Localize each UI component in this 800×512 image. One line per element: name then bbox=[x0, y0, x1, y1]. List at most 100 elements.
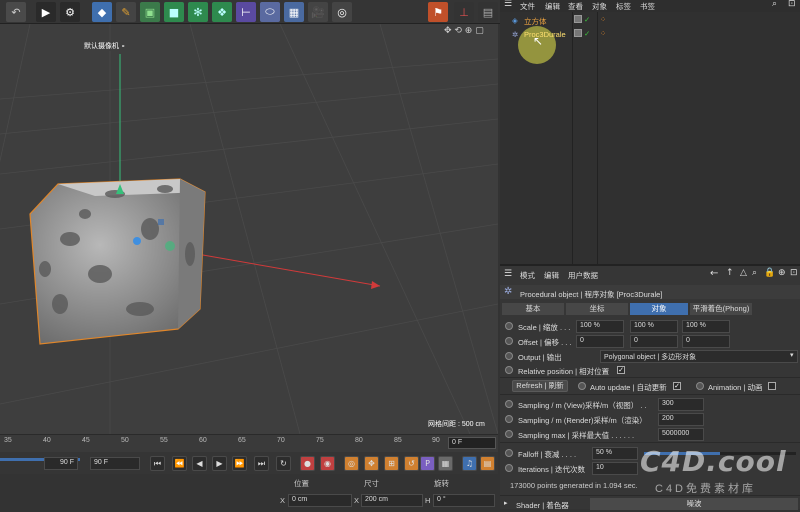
collapse-arrow-icon[interactable]: ▸ bbox=[504, 499, 508, 507]
subdivision-icon[interactable]: ▣ bbox=[140, 2, 160, 22]
timeline-ruler[interactable]: 35 40 45 50 55 60 65 70 75 80 85 90 bbox=[0, 434, 498, 452]
bucket-icon[interactable]: ⚑ bbox=[428, 2, 448, 22]
offset-z-field[interactable]: 0 bbox=[682, 335, 730, 348]
menu-edit[interactable]: 编辑 bbox=[544, 270, 559, 281]
animate-radio[interactable] bbox=[505, 415, 513, 423]
tag-icon[interactable]: ⁘ bbox=[600, 29, 606, 38]
motion-clip-icon[interactable]: ▤ bbox=[480, 456, 495, 471]
menu-object[interactable]: 对象 bbox=[592, 1, 607, 12]
scale-x-field[interactable]: 100 % bbox=[576, 320, 624, 333]
output-select[interactable]: Polygonal object | 多边形对象 bbox=[600, 350, 798, 363]
end-frame-right-field[interactable]: 90 F bbox=[90, 457, 140, 470]
pen-spline-icon[interactable]: ✎ bbox=[116, 2, 136, 22]
tab-phong[interactable]: 平滑着色(Phong) bbox=[690, 303, 752, 315]
end-frame-left-field[interactable]: 90 F bbox=[44, 457, 78, 470]
tab-basic[interactable]: 基本 bbox=[502, 303, 564, 315]
expand-icon[interactable]: ⊡ bbox=[790, 268, 798, 278]
enabled-check-icon[interactable]: ✓ bbox=[584, 15, 590, 24]
up-arrow-icon[interactable]: ↑ bbox=[726, 268, 734, 278]
undo-icon[interactable]: ↶ bbox=[6, 2, 26, 22]
menu-edit[interactable]: 编辑 bbox=[545, 1, 560, 12]
menu-bookmarks[interactable]: 书签 bbox=[640, 1, 655, 12]
object-row-selected[interactable]: ✲ Proc3Durale ✓ ⁘ bbox=[500, 29, 800, 43]
offset-y-field[interactable]: 0 bbox=[630, 335, 678, 348]
menu-file[interactable]: 文件 bbox=[520, 1, 535, 12]
loop-icon[interactable]: ↻ bbox=[276, 456, 291, 471]
floor-icon[interactable]: ▦ bbox=[284, 2, 304, 22]
auto-update-checkbox[interactable]: ✓ bbox=[673, 382, 681, 390]
menu-tags[interactable]: 标签 bbox=[616, 1, 631, 12]
scale-z-field[interactable]: 100 % bbox=[682, 320, 730, 333]
bend-icon[interactable]: ⬭ bbox=[260, 2, 280, 22]
goto-end-icon[interactable]: ⏭ bbox=[254, 456, 269, 471]
new-panel-icon[interactable]: ⊕ bbox=[778, 268, 786, 278]
keyframe-icon[interactable]: ◎ bbox=[344, 456, 359, 471]
3d-viewport[interactable]: ✥ ⟲ ⊕ ▢ bbox=[0, 24, 498, 434]
search-icon[interactable]: ⌕ bbox=[772, 0, 777, 9]
animate-radio[interactable] bbox=[505, 322, 513, 330]
menu-user-data[interactable]: 用户数据 bbox=[568, 270, 598, 281]
scale-key-icon[interactable]: ⊞ bbox=[384, 456, 399, 471]
object-name[interactable]: Proc3Durale bbox=[524, 30, 566, 39]
pla-key-icon[interactable]: ▦ bbox=[438, 456, 453, 471]
play-reverse-icon[interactable]: ◀ bbox=[192, 456, 207, 471]
animate-radio[interactable] bbox=[578, 382, 586, 390]
render-region-icon[interactable]: ▶ bbox=[36, 2, 56, 22]
tab-coord[interactable]: 坐标 bbox=[566, 303, 628, 315]
step-forward-icon[interactable]: ⏩ bbox=[232, 456, 247, 471]
size-x-field[interactable]: 200 cm bbox=[361, 494, 423, 507]
viewport-nav-icons[interactable]: ✥ ⟲ ⊕ ▢ bbox=[444, 26, 484, 36]
sound-icon[interactable]: ♫ bbox=[462, 456, 477, 471]
animate-radio[interactable] bbox=[505, 464, 513, 472]
animate-radio[interactable] bbox=[505, 449, 513, 457]
offset-x-field[interactable]: 0 bbox=[576, 335, 624, 348]
search-icon[interactable]: ⌕ bbox=[752, 268, 757, 278]
hamburger-icon[interactable]: ☰ bbox=[504, 269, 512, 279]
move-key-icon[interactable]: ✥ bbox=[364, 456, 379, 471]
animate-radio[interactable] bbox=[505, 430, 513, 438]
lock-icon[interactable]: 🔒 bbox=[764, 268, 775, 278]
animate-radio[interactable] bbox=[505, 352, 513, 360]
back-arrow-icon[interactable]: ← bbox=[710, 268, 718, 279]
enabled-check-icon[interactable]: ✓ bbox=[584, 29, 590, 38]
hamburger-icon[interactable]: ☰ bbox=[504, 0, 512, 9]
play-icon[interactable]: ▶ bbox=[212, 456, 227, 471]
workplane-icon[interactable]: ▤ bbox=[478, 2, 498, 22]
shader-button[interactable]: 噪波 bbox=[590, 498, 798, 510]
lock-up-icon[interactable]: △ bbox=[740, 268, 747, 278]
light-icon[interactable]: ◎ bbox=[332, 2, 352, 22]
tab-object[interactable]: 对象 bbox=[630, 303, 688, 315]
axis-icon[interactable]: ⊥ bbox=[454, 2, 474, 22]
sampling-render-field[interactable]: 200 bbox=[658, 413, 704, 426]
filter-icon[interactable]: ⊡ bbox=[788, 0, 796, 9]
step-back-icon[interactable]: ⏪ bbox=[172, 456, 187, 471]
rotate-key-icon[interactable]: ↺ bbox=[404, 456, 419, 471]
param-key-icon[interactable]: P bbox=[420, 456, 435, 471]
autokey-icon[interactable]: ◉ bbox=[320, 456, 335, 471]
scale-y-field[interactable]: 100 % bbox=[630, 320, 678, 333]
cloner-icon[interactable]: ❖ bbox=[212, 2, 232, 22]
layer-icon[interactable] bbox=[574, 15, 582, 23]
animation-checkbox[interactable] bbox=[768, 382, 776, 390]
node-icon[interactable]: ✻ bbox=[188, 2, 208, 22]
iterations-field[interactable]: 10 bbox=[592, 462, 638, 475]
layer-icon[interactable] bbox=[574, 29, 582, 37]
relative-position-checkbox[interactable]: ✓ bbox=[617, 366, 625, 374]
goto-start-icon[interactable]: ⏮ bbox=[150, 456, 165, 471]
menu-mode[interactable]: 模式 bbox=[520, 270, 535, 281]
sampling-view-field[interactable]: 300 bbox=[658, 398, 704, 411]
falloff-field[interactable]: 50 % bbox=[592, 447, 638, 460]
position-x-field[interactable]: 0 cm bbox=[288, 494, 352, 507]
camera-icon[interactable]: 🎥 bbox=[308, 2, 328, 22]
sampling-max-field[interactable]: 5000000 bbox=[658, 428, 704, 441]
refresh-button[interactable]: Refresh | 刷新 bbox=[512, 380, 568, 392]
tag-icon[interactable]: ⁘ bbox=[600, 15, 606, 24]
current-frame-field[interactable]: 0 F bbox=[448, 437, 496, 449]
render-settings-icon[interactable]: ⚙ bbox=[60, 2, 80, 22]
animate-radio[interactable] bbox=[696, 382, 704, 390]
animate-radio[interactable] bbox=[505, 366, 513, 374]
cube-icon[interactable]: ■ bbox=[164, 2, 184, 22]
cube-primitive-icon[interactable]: ◆ bbox=[92, 2, 112, 22]
rotation-h-field[interactable]: 0 ° bbox=[433, 494, 495, 507]
menu-view[interactable]: 查看 bbox=[568, 1, 583, 12]
